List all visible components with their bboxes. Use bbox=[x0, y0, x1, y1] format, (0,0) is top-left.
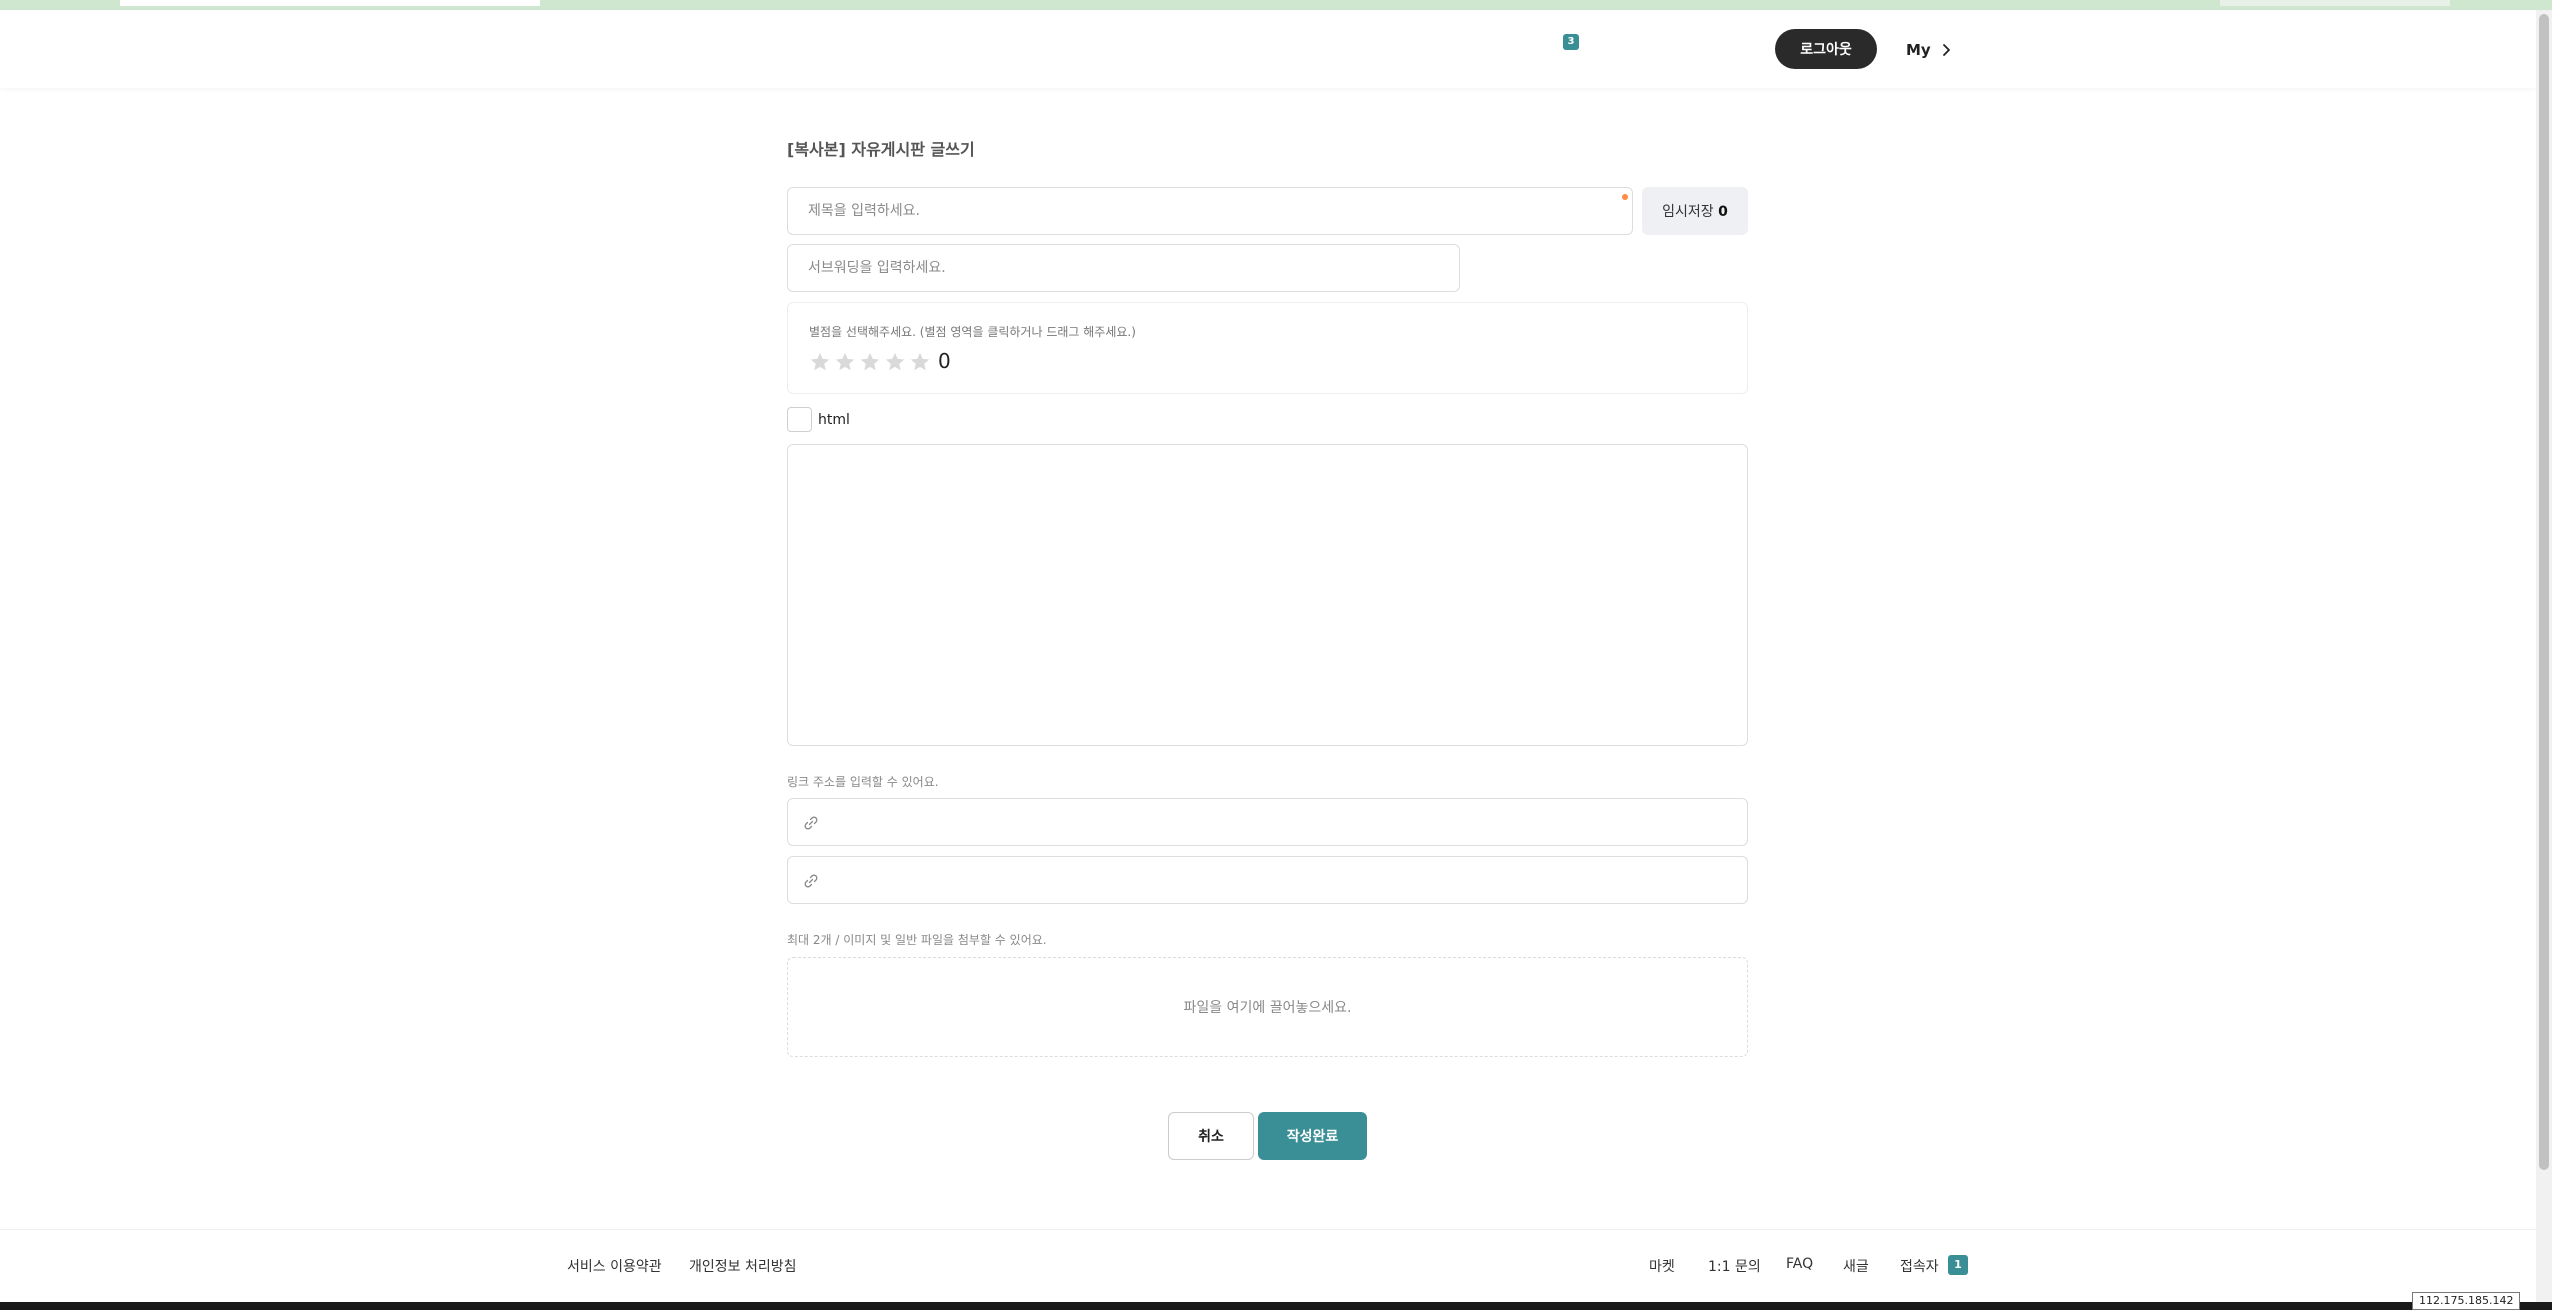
visitors-count-badge: 1 bbox=[1948, 1255, 1968, 1275]
submit-button[interactable]: 작성완료 bbox=[1258, 1112, 1367, 1160]
footer-new-posts-link[interactable]: 새글 bbox=[1843, 1256, 1869, 1276]
ip-address-tooltip: 112.175.185.142 bbox=[2412, 1292, 2521, 1310]
link-field-2[interactable] bbox=[787, 856, 1748, 904]
dropzone-text: 파일을 여기에 끌어놓으세요. bbox=[1183, 1000, 1352, 1016]
link-icon bbox=[804, 874, 818, 888]
link-field-1[interactable] bbox=[787, 798, 1748, 846]
browser-tab bbox=[120, 0, 540, 6]
temp-save-button[interactable]: 임시저장 0 bbox=[1642, 187, 1748, 235]
temp-save-label: 임시저장 bbox=[1662, 204, 1714, 220]
rating-hint: 별점을 선택해주세요. (별점 영역을 클릭하거나 드래그 해주세요.) bbox=[809, 325, 1136, 339]
site-footer: 서비스 이용약관 개인정보 처리방침 마켓 1:1 문의 FAQ 새글 접속자 … bbox=[0, 1229, 2536, 1302]
html-checkbox-label: html bbox=[818, 411, 850, 428]
required-indicator bbox=[1622, 194, 1628, 200]
star-icon[interactable] bbox=[809, 351, 831, 373]
notification-badge[interactable]: 3 bbox=[1563, 34, 1579, 50]
title-field[interactable] bbox=[787, 187, 1633, 235]
subtitle-input[interactable] bbox=[788, 245, 1459, 291]
temp-save-count: 0 bbox=[1718, 204, 1728, 220]
site-header: 3 로그아웃 My bbox=[0, 10, 2536, 88]
star-rating[interactable] bbox=[809, 351, 931, 373]
footer-inquiry-link[interactable]: 1:1 문의 bbox=[1708, 1256, 1761, 1276]
star-icon[interactable] bbox=[859, 351, 881, 373]
html-option[interactable]: html bbox=[787, 407, 850, 432]
page-title: [복사본] 자유게시판 글쓰기 bbox=[787, 140, 975, 159]
my-label: My bbox=[1906, 41, 1931, 59]
logout-button[interactable]: 로그아웃 bbox=[1775, 29, 1877, 69]
html-checkbox[interactable] bbox=[787, 407, 812, 432]
scrollbar-thumb[interactable] bbox=[2539, 14, 2549, 1170]
link-input-1[interactable] bbox=[788, 799, 1747, 845]
footer-market-link[interactable]: 마켓 bbox=[1649, 1256, 1675, 1276]
browser-tab bbox=[2220, 0, 2450, 6]
star-icon[interactable] bbox=[834, 351, 856, 373]
file-attach-hint: 최대 2개 / 이미지 및 일반 파일을 첨부할 수 있어요. bbox=[787, 933, 1047, 947]
footer-terms-link[interactable]: 서비스 이용약관 bbox=[567, 1256, 662, 1276]
browser-top-strip bbox=[0, 0, 2552, 10]
chevron-right-icon bbox=[1942, 44, 1950, 56]
footer-faq-link[interactable]: FAQ bbox=[1786, 1256, 1813, 1272]
footer-privacy-link[interactable]: 개인정보 처리방침 bbox=[689, 1256, 797, 1276]
my-page-link[interactable]: My bbox=[1906, 38, 1953, 62]
scrollbar[interactable] bbox=[2536, 10, 2552, 1302]
link-input-2[interactable] bbox=[788, 857, 1747, 903]
link-icon bbox=[804, 816, 818, 830]
cancel-button[interactable]: 취소 bbox=[1168, 1112, 1254, 1160]
rating-value: 0 bbox=[938, 349, 951, 373]
star-icon[interactable] bbox=[884, 351, 906, 373]
file-dropzone[interactable]: 파일을 여기에 끌어놓으세요. bbox=[787, 957, 1748, 1057]
rating-section: 별점을 선택해주세요. (별점 영역을 클릭하거나 드래그 해주세요.) 0 bbox=[787, 302, 1748, 394]
content-editor[interactable] bbox=[787, 444, 1748, 746]
subtitle-field[interactable] bbox=[787, 244, 1460, 292]
star-icon[interactable] bbox=[909, 351, 931, 373]
link-hint: 링크 주소를 입력할 수 있어요. bbox=[787, 775, 939, 789]
browser-bottom-bar bbox=[0, 1302, 2552, 1310]
title-input[interactable] bbox=[788, 188, 1632, 234]
footer-visitors-link[interactable]: 접속자 bbox=[1900, 1256, 1939, 1276]
